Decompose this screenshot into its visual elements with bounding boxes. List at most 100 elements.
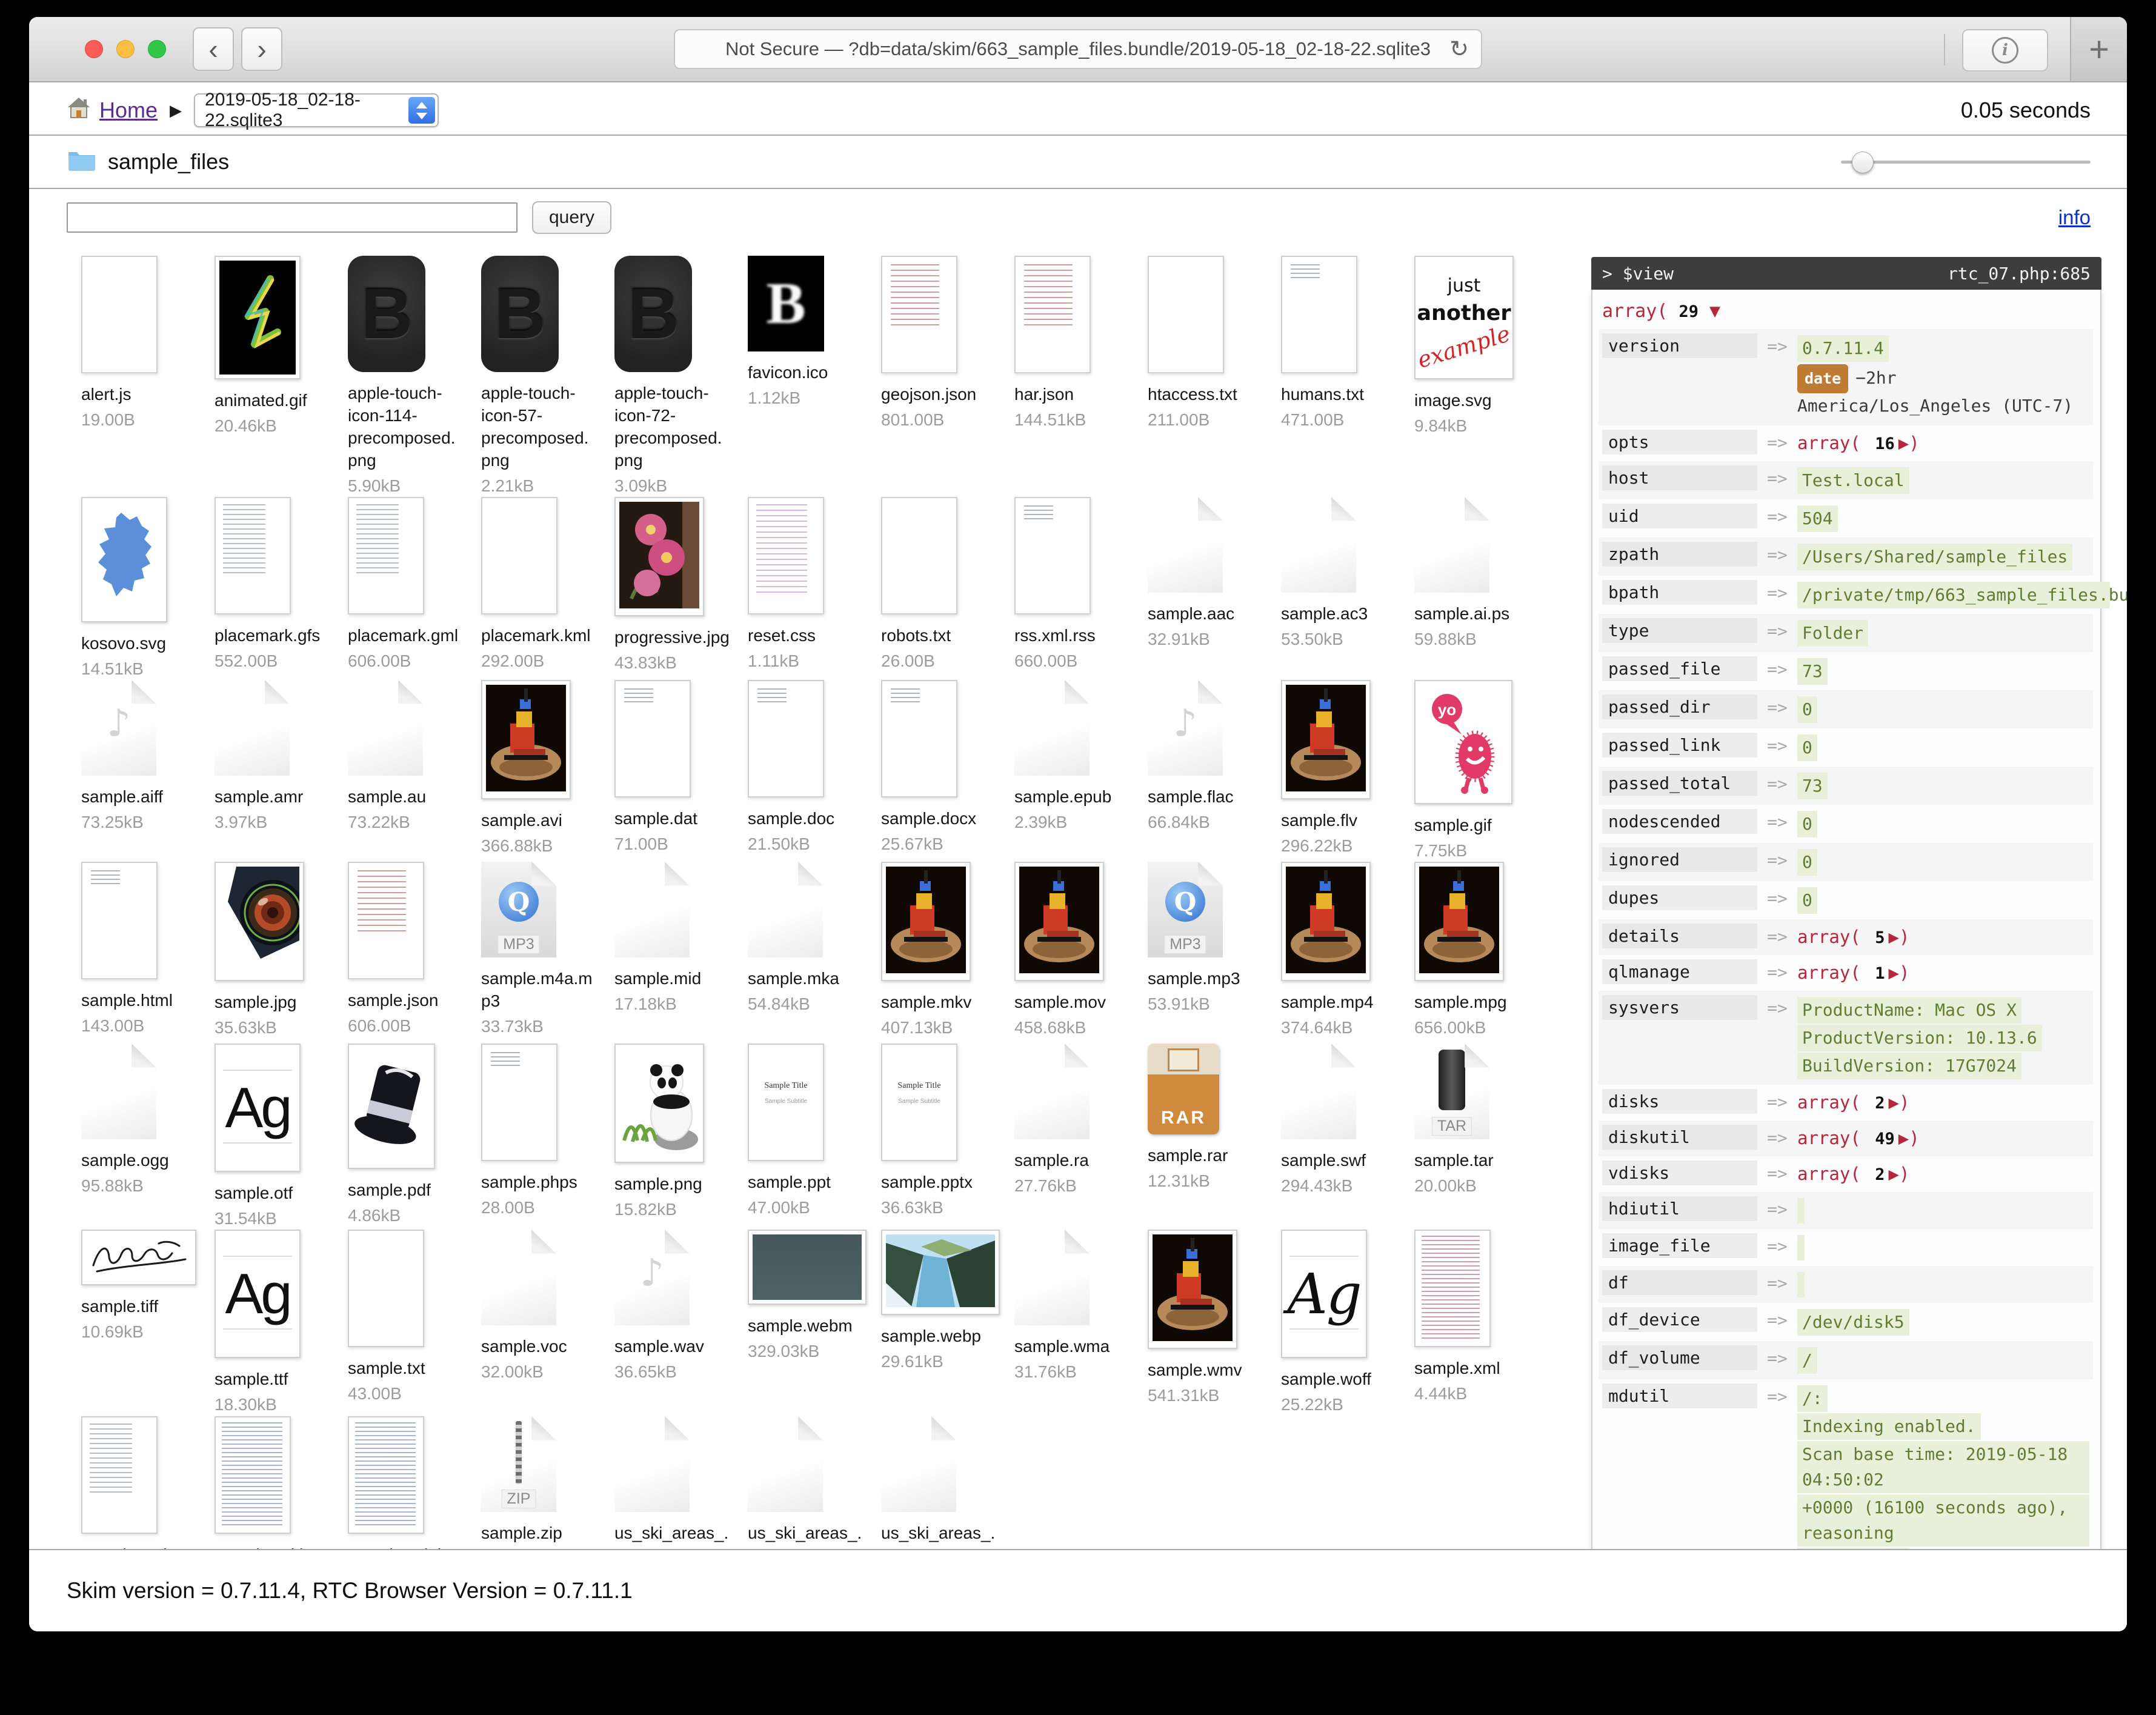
file-item[interactable]: Sample TitleSample Subtitlesample.ppt47.… [733,1042,867,1228]
file-name: sample.pdf [348,1179,463,1201]
slider-track[interactable] [1841,161,2091,164]
file-size: 43.00B [348,1384,463,1404]
file-item[interactable]: sample.amr3.97kB [200,679,333,861]
back-button[interactable]: ‹ [193,27,234,71]
file-size: 292.00B [481,651,596,671]
expand-array-icon[interactable]: ▶ [1888,927,1898,947]
collapse-array-icon[interactable]: ▼ [1709,301,1720,322]
file-item[interactable]: Agsample.ttf18.30kB [200,1228,333,1415]
file-item[interactable]: humans.txt471.00B [1266,255,1400,496]
file-item[interactable]: RARsample.rar12.31kB [1133,1042,1266,1228]
file-item[interactable]: sample.png15.82kB [600,1042,733,1228]
file-item[interactable]: sample.json606.00B [333,861,467,1042]
file-item[interactable]: sample.epub2.39kB [1000,679,1133,861]
file-item[interactable]: QMP3sample.mp353.91kB [1133,861,1266,1042]
file-item[interactable]: sample.ac353.50kB [1266,496,1400,679]
expand-array-icon[interactable]: ▶ [1888,1092,1898,1113]
file-item[interactable]: sample.mov458.68kB [1000,861,1133,1042]
file-item[interactable]: sample.pdf4.86kB [333,1042,467,1228]
file-item[interactable]: kosovo.svg14.51kB [67,496,200,679]
file-item[interactable]: reset.css1.11kB [733,496,867,679]
file-item[interactable]: sample.swf294.43kB [1266,1042,1400,1228]
file-item[interactable]: QMP3sample.m4a.mp333.73kB [467,861,600,1042]
file-item[interactable]: progressive.jpg43.83kB [600,496,733,679]
query-input[interactable] [67,202,517,233]
file-item[interactable]: sample.voc32.00kB [467,1228,600,1415]
file-item[interactable]: har.json144.51kB [1000,255,1133,496]
file-thumbnail [881,1230,996,1315]
database-select[interactable]: 2019-05-18_02-18-22.sqlite3 [194,93,439,127]
slider-knob[interactable] [1852,152,1874,173]
share-info-button[interactable]: i [1962,29,2048,72]
file-item[interactable]: sample.html143.00B [67,861,200,1042]
file-item[interactable]: alert.js19.00B [67,255,200,496]
file-item[interactable]: sample.mp4374.64kB [1266,861,1400,1042]
file-item[interactable]: sample.wma31.76kB [1000,1228,1133,1415]
file-item[interactable]: Bapple-touch-icon-72-precomposed.png3.09… [600,255,733,496]
file-item[interactable]: justanotherexampleimage.svg9.84kB [1400,255,1533,496]
file-size: 9.84kB [1414,416,1529,436]
file-item[interactable]: sample.ogg95.88kB [67,1042,200,1228]
file-item[interactable]: sample.phps28.00B [467,1042,600,1228]
file-item[interactable]: Sample TitleSample Subtitlesample.pptx36… [867,1042,1000,1228]
file-item[interactable]: sample.jpg35.63kB [200,861,333,1042]
file-item[interactable]: rss.xml.rss660.00B [1000,496,1133,679]
file-name: humans.txt [1281,383,1396,405]
reload-icon[interactable]: ↻ [1449,36,1469,63]
file-item[interactable]: sample.dat71.00B [600,679,733,861]
file-item[interactable]: robots.txt26.00B [867,496,1000,679]
home-link[interactable]: Home [99,98,158,123]
file-item[interactable]: placemark.gml606.00B [333,496,467,679]
file-item[interactable]: sample.ai.ps59.88kB [1400,496,1533,679]
expand-array-icon[interactable]: ▶ [1888,1164,1898,1184]
file-item[interactable]: sample.webp29.61kB [867,1228,1000,1415]
file-item[interactable]: sample.flv296.22kB [1266,679,1400,861]
file-item[interactable]: yosample.gif7.75kB [1400,679,1533,861]
file-item[interactable]: sample.avi366.88kB [467,679,600,861]
forward-button[interactable]: › [241,27,282,71]
file-item[interactable]: sample.docx25.67kB [867,679,1000,861]
file-item[interactable]: ♪sample.aiff73.25kB [67,679,200,861]
zoom-window-button[interactable] [148,40,166,58]
file-item[interactable]: ♪sample.wav36.65kB [600,1228,733,1415]
file-item[interactable]: Bapple-touch-icon-114-precomposed.png5.9… [333,255,467,496]
file-item[interactable]: sample.xml4.44kB [1400,1228,1533,1415]
file-item[interactable]: geojson.json801.00B [867,255,1000,496]
file-item[interactable]: sample.aac32.91kB [1133,496,1266,679]
file-item[interactable]: Agsample.otf31.54kB [200,1042,333,1228]
file-item[interactable]: animated.gif20.46kB [200,255,333,496]
file-item[interactable]: Bfavicon.ico1.12kB [733,255,867,496]
file-item[interactable]: sample.wmv541.31kB [1133,1228,1266,1415]
file-item[interactable]: sample.mid17.18kB [600,861,733,1042]
file-item[interactable]: sample.txt43.00B [333,1228,467,1415]
minimize-window-button[interactable] [116,40,135,58]
file-item[interactable]: sample.ra27.76kB [1000,1042,1133,1228]
file-item[interactable]: sample.mkv407.13kB [867,861,1000,1042]
file-item[interactable]: Bapple-touch-icon-57-precomposed.png2.21… [467,255,600,496]
thumbnail-size-slider[interactable] [1841,148,2091,175]
file-item[interactable]: sample.tiff10.69kB [67,1228,200,1415]
file-size: 66.84kB [1148,813,1263,832]
file-grid-row: kosovo.svg14.51kBplacemark.gfs552.00Bpla… [67,496,1535,679]
file-name: sample.ac3 [1281,602,1396,625]
file-item[interactable]: sample.mka54.84kB [733,861,867,1042]
file-item[interactable]: Agsample.woff25.22kB [1266,1228,1400,1415]
close-window-button[interactable] [85,40,103,58]
address-bar[interactable]: Not Secure — ?db=data/skim/663_sample_fi… [674,29,1482,69]
expand-array-icon[interactable]: ▶ [1888,962,1898,983]
expand-array-icon[interactable]: ▶ [1898,433,1909,453]
query-button[interactable]: query [532,201,611,234]
file-item[interactable]: placemark.kml292.00B [467,496,600,679]
file-item[interactable]: sample.mpg656.00kB [1400,861,1533,1042]
expand-array-icon[interactable]: ▶ [1898,1128,1909,1148]
file-item[interactable]: placemark.gfs552.00B [200,496,333,679]
file-item[interactable]: htaccess.txt211.00B [1133,255,1266,496]
debug-arrow: => [1757,733,1797,762]
new-tab-button[interactable]: + [2070,17,2127,81]
file-item[interactable]: ♪sample.flac66.84kB [1133,679,1266,861]
file-item[interactable]: TARsample.tar20.00kB [1400,1042,1533,1228]
file-item[interactable]: sample.doc21.50kB [733,679,867,861]
file-item[interactable]: sample.webm329.03kB [733,1228,867,1415]
info-link[interactable]: info [2058,206,2091,229]
file-item[interactable]: sample.au73.22kB [333,679,467,861]
